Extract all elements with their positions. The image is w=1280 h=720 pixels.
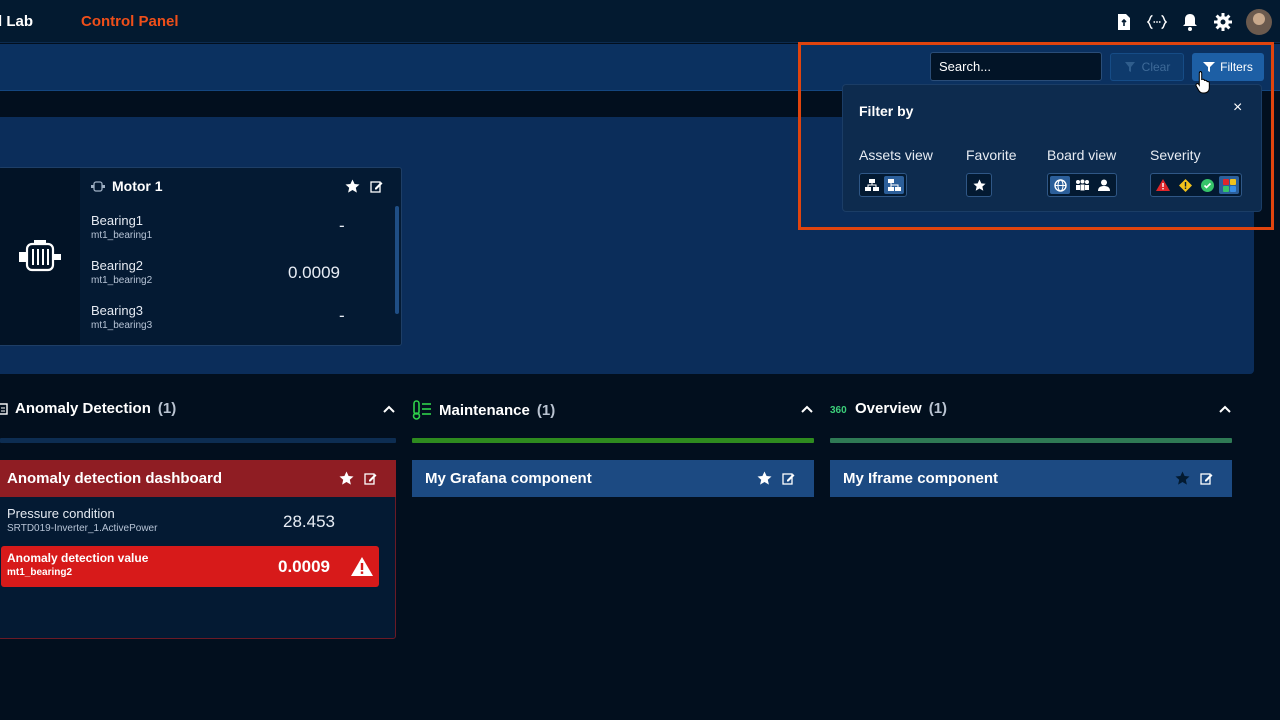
motor-card-title: Motor 1	[91, 178, 163, 194]
row-name: Pressure condition	[7, 506, 115, 521]
section-title: Overview	[855, 400, 922, 417]
row-value: -	[339, 306, 345, 325]
motor-row: Bearing1 mt1_bearing1	[91, 213, 152, 241]
anomaly-card-actions	[339, 471, 377, 486]
bell-icon[interactable]	[1180, 12, 1200, 32]
motor-card-scrollbar[interactable]	[395, 206, 399, 314]
section-overview: 360 Overview (1)	[830, 400, 947, 417]
anomaly-alert-row[interactable]: Anomaly detection value mt1_bearing2 0.0…	[1, 546, 379, 587]
row-value: -	[339, 216, 345, 235]
360-icon: 360	[830, 405, 847, 415]
motor-icon	[18, 239, 61, 271]
grafana-card-actions	[757, 471, 795, 486]
section-bar	[830, 438, 1232, 443]
anomaly-card-title: Anomaly detection dashboard	[7, 470, 223, 487]
row-sub: mt1_bearing3	[91, 320, 153, 331]
edit-icon[interactable]	[782, 472, 795, 485]
top-icons	[1114, 9, 1272, 35]
edit-icon[interactable]	[1200, 472, 1213, 485]
motor-card-actions	[345, 179, 383, 194]
section-count: (1)	[536, 401, 556, 419]
grafana-card-title: My Grafana component	[425, 470, 592, 487]
anomaly-card-header[interactable]: Anomaly detection dashboard	[0, 460, 396, 497]
app-title[interactable]: Control Panel	[81, 13, 179, 30]
section-title: Anomaly Detection	[15, 400, 151, 417]
iframe-card[interactable]: My Iframe component	[830, 460, 1232, 497]
iframe-card-title: My Iframe component	[843, 470, 999, 487]
row-name: Bearing1	[91, 213, 144, 228]
chevron-up-icon[interactable]	[1218, 403, 1232, 415]
motor-row: Bearing3 mt1_bearing3	[91, 303, 152, 331]
alert-name: Anomaly detection value	[7, 551, 149, 565]
section-bar	[412, 438, 814, 443]
edit-icon[interactable]	[364, 472, 377, 485]
anomaly-row: Pressure condition SRTD019-Inverter_1.Ac…	[7, 506, 157, 534]
code-braces-icon[interactable]	[1147, 12, 1167, 32]
iframe-card-actions	[1175, 471, 1213, 486]
motor-row: Bearing2 mt1_bearing2	[91, 258, 152, 286]
gear-icon[interactable]	[1213, 12, 1233, 32]
section-maintenance: Maintenance (1)	[412, 400, 555, 420]
motor-title-text: Motor 1	[112, 178, 163, 194]
motor-small-icon	[91, 180, 105, 192]
row-value: 0.0009	[288, 263, 340, 282]
section-title: Maintenance	[439, 401, 530, 419]
thermometer-icon	[412, 400, 431, 420]
section-anomaly-detection: Anomaly Detection (1)	[0, 400, 176, 417]
edit-icon[interactable]	[370, 180, 383, 193]
brand-label[interactable]: l Lab	[0, 13, 33, 30]
motor-card[interactable]: Motor 1 Bearing1 mt1_bearing1 - Bearing2…	[0, 167, 402, 346]
section-bar	[0, 438, 396, 443]
row-name: Bearing3	[91, 303, 144, 318]
grafana-card[interactable]: My Grafana component	[412, 460, 814, 497]
top-navigation-bar: l Lab Control Panel	[0, 0, 1280, 43]
star-icon[interactable]	[1175, 471, 1190, 486]
star-icon[interactable]	[339, 471, 354, 486]
star-icon[interactable]	[757, 471, 772, 486]
star-icon[interactable]	[345, 179, 360, 194]
document-icon[interactable]	[1114, 12, 1134, 32]
alert-triangle-icon	[351, 557, 373, 576]
chevron-up-icon[interactable]	[800, 403, 814, 415]
row-sub: mt1_bearing2	[91, 275, 153, 286]
hand-cursor-icon	[1195, 71, 1210, 94]
alert-sub: mt1_bearing2	[7, 567, 73, 578]
dashboard-icon	[0, 402, 8, 415]
avatar[interactable]	[1246, 9, 1272, 35]
row-name: Bearing2	[91, 258, 144, 273]
motor-image	[0, 168, 80, 345]
section-count: (1)	[928, 400, 948, 417]
row-value: 28.453	[283, 512, 335, 531]
row-sub: mt1_bearing1	[91, 230, 153, 241]
row-sub: SRTD019-Inverter_1.ActivePower	[7, 523, 158, 534]
svg-text:360: 360	[830, 405, 847, 415]
section-count: (1)	[157, 400, 177, 417]
alert-value: 0.0009	[278, 557, 330, 576]
chevron-up-icon[interactable]	[382, 403, 396, 415]
